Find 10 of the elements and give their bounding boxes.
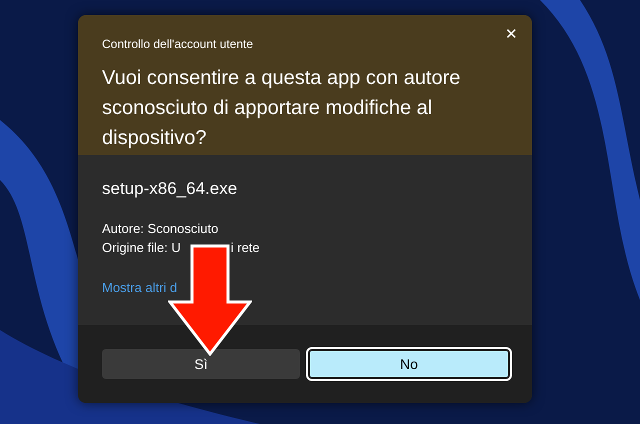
file-origin-text: Origine file: U <box>102 239 181 257</box>
window-title: Controllo dell'account utente <box>102 37 254 51</box>
file-origin-text: i rete <box>230 239 260 257</box>
publisher-text: Autore: Sconosciuto <box>102 220 220 238</box>
dialog-question: Vuoi consentire a questa app con autore sconosciuto di apportare modifiche al dispositivo? <box>102 66 462 151</box>
yes-button[interactable]: Sì <box>102 349 300 379</box>
close-button[interactable]: ✕ <box>501 23 522 45</box>
details-link[interactable]: Mostra altri d <box>102 280 178 295</box>
no-button[interactable]: No <box>308 349 510 379</box>
program-name: setup-x86_64.exe <box>102 179 238 199</box>
